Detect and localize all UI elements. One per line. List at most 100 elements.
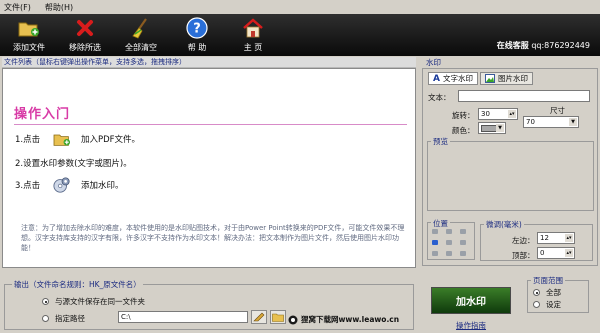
add-watermark-button[interactable]: 加水印 (431, 287, 511, 314)
remove-selected-button[interactable]: 移除所选 (58, 14, 112, 56)
clear-all-label: 全部清空 (125, 43, 157, 52)
position-middle-right[interactable] (460, 240, 466, 245)
stepper-arrows-icon[interactable]: ▴▾ (565, 249, 573, 257)
preview-group (427, 141, 594, 211)
rotate-label: 旋转： (452, 111, 475, 120)
text-label: 文本： (428, 93, 451, 102)
pencil-icon (253, 312, 265, 322)
tab-text-watermark[interactable]: A 文字水印 (428, 72, 478, 85)
clear-all-button[interactable]: 全部清空 (114, 14, 168, 56)
intro-divider (14, 124, 407, 125)
pages-set-radio[interactable] (533, 301, 540, 308)
position-top-right[interactable] (460, 229, 466, 234)
site-watermark: 狸窝下载网www.leawo.cn (288, 314, 399, 325)
output-custom-path-label: 指定路径 (55, 314, 85, 323)
rotate-value: 30 (481, 110, 490, 118)
output-label: 输出（文件命名规则：HK_原文件名） (12, 279, 143, 290)
chevron-down-icon[interactable]: ▼ (496, 124, 504, 132)
position-middle-center[interactable] (446, 240, 452, 245)
watermark-panel-title: 水印 (422, 57, 598, 68)
home-button[interactable]: 主 页 (226, 14, 280, 56)
step-2-text: 2.设置水印参数(文字或图片)。 (15, 159, 132, 169)
folder-add-icon (53, 131, 81, 147)
image-icon (484, 74, 495, 83)
remove-selected-label: 移除所选 (69, 43, 101, 52)
menu-file[interactable]: 文件(F) (4, 2, 31, 13)
step-3: 3.点击 添加水印。 (15, 176, 124, 194)
color-label: 颜色： (452, 126, 475, 135)
rotate-stepper[interactable]: 30 ▴▾ (478, 108, 518, 120)
position-label: 位置 (431, 218, 450, 229)
step-3-text: 添加水印。 (81, 181, 124, 191)
file-list-area[interactable]: 操作入门 1.点击 加入PDF文件。 2.设置水印参数(文字或图片)。 3.点击… (2, 68, 416, 268)
browse-button[interactable] (251, 310, 267, 324)
pages-all-label: 全部 (546, 288, 561, 297)
output-same-folder-option[interactable]: 与源文件保存在同一文件夹 (42, 296, 145, 307)
gear-cd-icon (53, 176, 81, 194)
size-select[interactable]: 70 ▼ (523, 116, 579, 128)
pages-set-option[interactable]: 设定 (533, 299, 561, 310)
folder-icon (272, 313, 284, 322)
left-offset-stepper[interactable]: 12 ▴▾ (537, 232, 575, 244)
online-support-label: 在线客服 (496, 41, 529, 50)
color-picker[interactable]: ▼ (478, 122, 506, 134)
step-1-text: 加入PDF文件。 (81, 135, 141, 145)
offset-label: 微调(毫米) (484, 219, 524, 230)
position-middle-left[interactable] (432, 240, 438, 245)
pages-all-option[interactable]: 全部 (533, 287, 561, 298)
position-top-center[interactable] (446, 229, 452, 234)
position-bottom-left[interactable] (432, 251, 438, 256)
output-path-input[interactable]: C:\ (118, 311, 248, 323)
help-button[interactable]: ? 帮 助 (170, 14, 224, 56)
preview-label: 预览 (431, 136, 450, 147)
top-offset-stepper[interactable]: 0 ▴▾ (537, 247, 575, 259)
top-offset-value: 0 (540, 249, 545, 257)
menu-help[interactable]: 帮助(H) (45, 2, 73, 13)
output-custom-path-option[interactable]: 指定路径 (42, 313, 85, 324)
broom-icon (130, 17, 152, 39)
site-text: 狸窝下载网www.leawo.cn (301, 315, 400, 324)
svg-text:?: ? (193, 22, 201, 37)
output-custom-path-radio[interactable] (42, 315, 49, 322)
add-watermark-label: 加水印 (456, 297, 486, 308)
pages-set-label: 设定 (546, 300, 561, 309)
tab-text-label: 文字水印 (442, 74, 473, 83)
toolbar: 添加文件 移除所选 全部清空 ? 帮 助 主 页 在线客服 qq:8762924… (0, 14, 600, 56)
stepper-arrows-icon[interactable]: ▴▾ (508, 110, 516, 118)
guide-link[interactable]: 操作指南 (456, 320, 486, 331)
position-top-left[interactable] (432, 229, 438, 234)
step-2: 2.设置水印参数(文字或图片)。 (15, 157, 132, 169)
text-a-icon: A (433, 73, 440, 84)
intro-note: 注意：为了增加去除水印的难度，本软件使用的是水印贴图技术，对于由Power Po… (21, 224, 405, 252)
stepper-arrows-icon[interactable]: ▴▾ (565, 234, 573, 242)
menu-bar: 文件(F) 帮助(H) (0, 0, 600, 14)
watermark-text-input[interactable] (458, 90, 590, 102)
home-icon (242, 17, 264, 39)
help-label: 帮 助 (187, 43, 207, 52)
open-folder-button[interactable] (270, 310, 286, 324)
step-3-num: 3.点击 (15, 181, 41, 191)
site-logo-icon (288, 315, 298, 324)
intro-title: 操作入门 (14, 107, 71, 122)
position-bottom-center[interactable] (446, 251, 452, 256)
chevron-down-icon[interactable]: ▼ (569, 118, 577, 126)
add-file-button[interactable]: 添加文件 (2, 14, 56, 56)
file-list-header: 文件列表（鼠标右键弹出操作菜单，支持多选，拖拽排序） (2, 57, 416, 68)
home-label: 主 页 (243, 43, 263, 52)
delete-x-icon (74, 17, 96, 39)
size-value: 70 (526, 118, 535, 126)
output-same-folder-label: 与源文件保存在同一文件夹 (55, 297, 145, 306)
tab-image-label: 图片水印 (497, 74, 528, 83)
online-support-qq: qq:876292449 (531, 41, 590, 50)
add-file-label: 添加文件 (13, 43, 45, 52)
size-label: 尺寸 (550, 106, 565, 115)
tab-image-watermark[interactable]: 图片水印 (479, 72, 533, 85)
pages-all-radio[interactable] (533, 289, 540, 296)
left-offset-value: 12 (540, 234, 549, 242)
output-same-folder-radio[interactable] (42, 298, 49, 305)
position-bottom-right[interactable] (460, 251, 466, 256)
help-icon: ? (186, 17, 208, 39)
online-support[interactable]: 在线客服 qq:876292449 (497, 40, 590, 51)
folder-add-icon (18, 17, 40, 39)
step-1-num: 1.点击 (15, 135, 41, 145)
